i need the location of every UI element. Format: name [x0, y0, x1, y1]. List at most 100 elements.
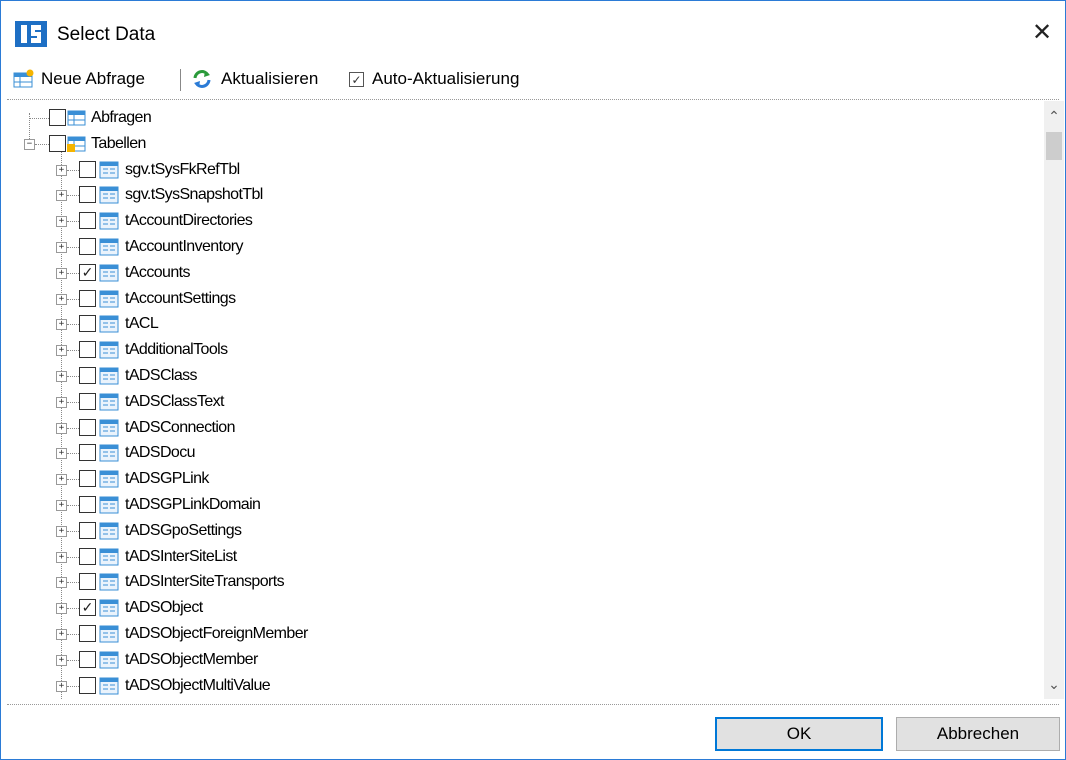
expand-icon[interactable]: +: [56, 629, 67, 640]
table-checkbox[interactable]: [79, 444, 96, 462]
table-checkbox[interactable]: [79, 625, 96, 642]
expand-icon[interactable]: +: [56, 603, 67, 615]
table-row[interactable]: + tAccountInventory: [7, 234, 1037, 260]
table-icon: [99, 367, 119, 385]
table-row[interactable]: + tADSClass: [7, 363, 1037, 389]
table-checkbox[interactable]: [79, 212, 96, 230]
table-checkbox[interactable]: [79, 418, 96, 436]
table-row[interactable]: + tADSInterSiteTransports: [7, 569, 1037, 595]
tree-checkbox[interactable]: [49, 109, 66, 126]
collapse-icon[interactable]: −: [24, 138, 35, 150]
table-checkbox[interactable]: [79, 341, 96, 359]
table-checkbox[interactable]: [79, 392, 96, 410]
refresh-button[interactable]: Aktualisieren: [191, 67, 318, 91]
expand-icon[interactable]: +: [56, 216, 67, 228]
table-row[interactable]: + tAccountSettings: [7, 286, 1037, 312]
table-row[interactable]: + tADSGPLinkDomain: [7, 492, 1037, 518]
table-name: tADSGpoSettings: [125, 521, 242, 539]
table-checkbox[interactable]: [79, 650, 96, 668]
table-checkbox[interactable]: [79, 496, 96, 513]
table-checkbox[interactable]: [79, 289, 96, 307]
cancel-button[interactable]: Abbrechen: [896, 717, 1060, 751]
table-row[interactable]: +: [7, 698, 1037, 699]
scroll-down-icon[interactable]: ⌄: [1044, 669, 1064, 699]
auto-refresh-check-icon: ✓: [349, 71, 364, 87]
expand-icon[interactable]: +: [56, 500, 67, 511]
tree-connector: [67, 298, 79, 300]
table-row[interactable]: + tADSInterSiteList: [7, 544, 1037, 570]
expand-icon[interactable]: +: [56, 551, 67, 563]
tree-label: Abfragen: [91, 109, 152, 126]
select-data-dialog: Select Data ✕ Neue Abfrage Aktualisieren: [0, 0, 1066, 760]
table-name: tADSClassText: [125, 392, 225, 410]
expand-icon[interactable]: +: [56, 577, 67, 589]
auto-refresh-label: Auto-Aktualisierung: [372, 69, 520, 88]
scroll-up-icon[interactable]: ⌃: [1044, 101, 1064, 131]
table-checkbox[interactable]: [79, 186, 96, 204]
expand-icon[interactable]: +: [56, 190, 67, 202]
table-row[interactable]: + tAccountDirectories: [7, 208, 1037, 234]
table-checkbox[interactable]: [79, 238, 96, 255]
table-row[interactable]: + tADSObjectMultiValue: [7, 673, 1037, 699]
table-row[interactable]: + tADSClassText: [7, 389, 1037, 415]
expand-icon[interactable]: +: [56, 525, 67, 537]
tree-connector: [29, 118, 49, 119]
auto-refresh-checkbox[interactable]: ✓ Auto-Aktualisierung: [349, 67, 519, 91]
expand-icon[interactable]: +: [56, 371, 67, 382]
table-checkbox[interactable]: [79, 547, 96, 565]
table-row[interactable]: + tADSObjectMember: [7, 647, 1037, 673]
table-row[interactable]: + sgv.tSysSnapshotTbl: [7, 182, 1037, 208]
table-row[interactable]: + ✓ tADSObject: [7, 595, 1037, 621]
table-row[interactable]: + tACL: [7, 311, 1037, 337]
new-query-button[interactable]: Neue Abfrage: [13, 67, 145, 91]
table-checkbox[interactable]: [79, 315, 96, 333]
refresh-icon: [193, 70, 211, 88]
expand-icon[interactable]: +: [56, 396, 67, 408]
expand-icon[interactable]: +: [56, 474, 67, 486]
expand-icon[interactable]: +: [56, 164, 67, 176]
ok-button[interactable]: OK: [715, 717, 883, 751]
table-checkbox[interactable]: [79, 367, 96, 384]
expand-icon[interactable]: +: [56, 293, 67, 305]
footer-divider: [7, 704, 1059, 705]
table-name: tADSClass: [125, 367, 198, 384]
table-checkbox[interactable]: [79, 676, 96, 694]
scroll-thumb[interactable]: [1046, 132, 1062, 160]
expand-icon[interactable]: +: [56, 242, 67, 253]
table-icon: [99, 186, 119, 204]
table-row[interactable]: + tADSDocu: [7, 440, 1037, 466]
table-row[interactable]: + tADSGPLink: [7, 466, 1037, 492]
table-row[interactable]: + tAdditionalTools: [7, 337, 1037, 363]
expand-icon[interactable]: +: [56, 448, 67, 460]
close-button[interactable]: ✕: [1019, 13, 1065, 53]
table-checkbox[interactable]: [79, 160, 96, 178]
refresh-label: Aktualisieren: [221, 69, 319, 88]
table-icon: [99, 496, 119, 514]
expand-icon[interactable]: +: [56, 319, 67, 331]
expand-icon[interactable]: +: [56, 422, 67, 434]
toolbar-divider: [7, 99, 1059, 100]
table-name: tADSGPLinkDomain: [125, 496, 261, 513]
expand-icon[interactable]: +: [56, 654, 67, 666]
table-row[interactable]: + sgv.tSysFkRefTbl: [7, 157, 1037, 183]
tree-root-queries[interactable]: Abfragen: [7, 105, 1037, 131]
expand-icon[interactable]: +: [56, 345, 67, 357]
table-icon: [99, 677, 119, 695]
table-checkbox[interactable]: [79, 470, 96, 488]
table-checkbox[interactable]: [79, 573, 96, 591]
tree-root-tables[interactable]: − Tabellen: [7, 131, 1037, 157]
table-name: tACL: [125, 315, 159, 333]
expand-icon[interactable]: +: [56, 680, 67, 692]
tree-checkbox[interactable]: [49, 134, 66, 152]
table-icon: [99, 444, 119, 462]
table-row[interactable]: + tADSObjectForeignMember: [7, 621, 1037, 647]
table-row[interactable]: + ✓ tAccounts: [7, 260, 1037, 286]
tree-connector: [67, 195, 79, 197]
table-checkbox[interactable]: [79, 521, 96, 539]
table-checkbox[interactable]: ✓: [79, 599, 96, 617]
table-row[interactable]: + tADSConnection: [7, 415, 1037, 441]
vertical-scrollbar[interactable]: ⌃ ⌄: [1044, 101, 1064, 699]
table-checkbox[interactable]: ✓: [79, 263, 96, 281]
expand-icon[interactable]: +: [56, 267, 67, 279]
table-row[interactable]: + tADSGpoSettings: [7, 518, 1037, 544]
